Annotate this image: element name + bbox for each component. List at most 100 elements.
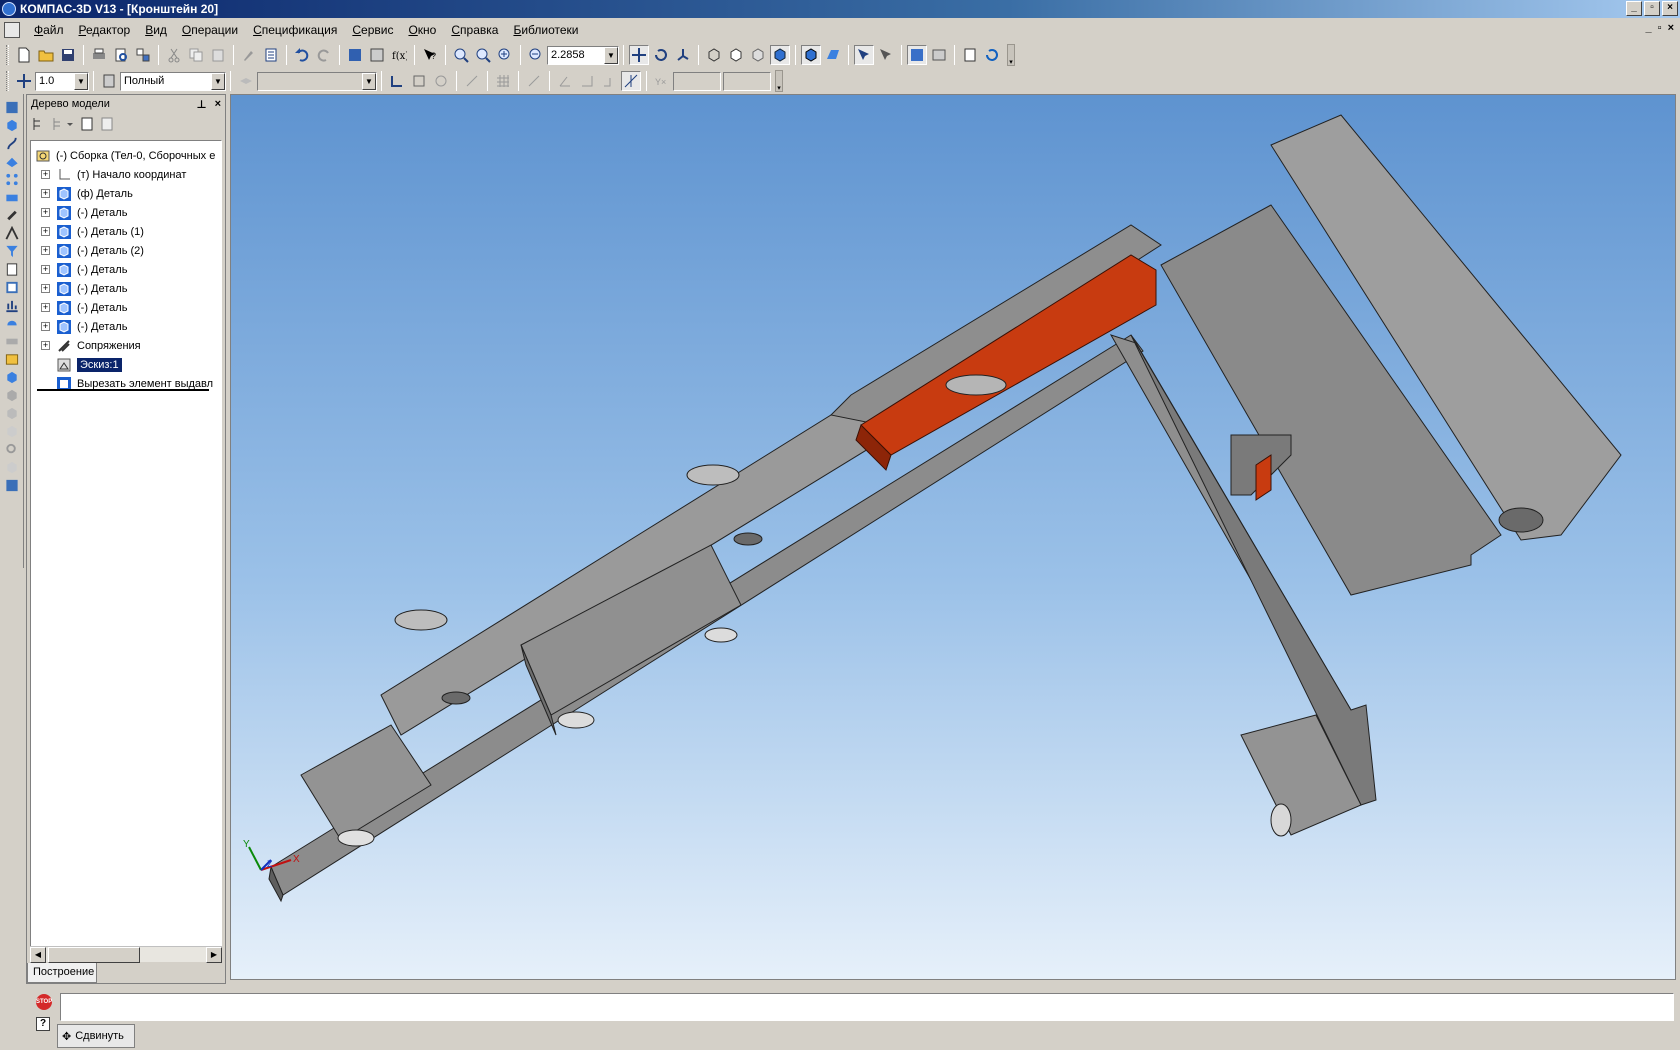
close-button[interactable]: ×	[1662, 1, 1678, 16]
doc-close-button[interactable]: ×	[1668, 22, 1674, 34]
manager-icon[interactable]	[345, 45, 365, 65]
expand-icon[interactable]: +	[41, 208, 50, 217]
edit-assembly-icon[interactable]	[907, 45, 927, 65]
wireframe-icon[interactable]	[704, 45, 724, 65]
tool-disabled-icon[interactable]	[431, 71, 451, 91]
cube-grey-4-icon[interactable]	[4, 460, 20, 475]
tree-root[interactable]: (-) Сборка (Тел-0, Сборочных е	[35, 146, 215, 165]
zoom-fit-icon[interactable]	[473, 45, 493, 65]
tree-node[interactable]: + (ф) Деталь	[41, 184, 133, 203]
cube-grey-icon[interactable]	[4, 388, 20, 403]
properties-icon[interactable]	[261, 45, 281, 65]
tree-node[interactable]: + (-) Деталь	[41, 279, 127, 298]
snap-ortho-icon[interactable]	[599, 71, 619, 91]
close-icon[interactable]: ×	[215, 98, 221, 111]
model-viewport[interactable]: Y X Z	[230, 94, 1676, 980]
snaps-icon[interactable]	[621, 71, 641, 91]
cut-icon[interactable]	[164, 45, 184, 65]
chevron-down-icon[interactable]: ▼	[604, 46, 618, 64]
menu-window[interactable]: Окно	[408, 23, 436, 37]
zoom-scale-combo[interactable]: 2.2858 ▼	[547, 45, 619, 65]
doc-restore-button[interactable]: ▫	[1658, 22, 1662, 34]
tree-node[interactable]: + (-) Деталь	[41, 298, 127, 317]
layer-icon[interactable]	[236, 71, 256, 91]
cube-blue-icon[interactable]	[4, 370, 20, 385]
open-part-icon[interactable]	[4, 352, 20, 367]
expand-icon[interactable]: +	[41, 322, 50, 331]
stop-button[interactable]: STOP	[36, 994, 52, 1010]
toolbar-overflow-icon[interactable]: ▾	[1007, 44, 1015, 66]
layout-icon[interactable]	[133, 45, 153, 65]
menu-help[interactable]: Справка	[451, 23, 498, 37]
toolbar-overflow-icon[interactable]: ▾	[775, 70, 783, 92]
redo-icon[interactable]	[314, 45, 334, 65]
minimize-button[interactable]: _	[1626, 1, 1642, 16]
document-icon[interactable]	[4, 22, 20, 38]
maximize-button[interactable]: ▫	[1644, 1, 1660, 16]
local-cs-icon[interactable]	[524, 71, 544, 91]
expand-icon[interactable]: +	[41, 189, 50, 198]
tree-node[interactable]: Эскиз:1	[56, 355, 122, 374]
layer-combo[interactable]: ▼	[257, 71, 377, 91]
print-icon[interactable]	[89, 45, 109, 65]
move-button[interactable]: ✥ Сдвинуть	[57, 1024, 135, 1048]
new-document-icon[interactable]	[14, 45, 34, 65]
cube-grey-2-icon[interactable]	[4, 406, 20, 421]
assembly-icon[interactable]	[4, 190, 20, 205]
chevron-down-icon[interactable]: ▼	[362, 72, 376, 90]
menu-view[interactable]: Вид	[145, 23, 167, 37]
sketch-plane-icon[interactable]	[387, 71, 407, 91]
expand-icon[interactable]: +	[41, 170, 50, 179]
menu-file[interactable]: Файл	[34, 23, 64, 37]
view-style-icon[interactable]	[99, 71, 119, 91]
tree-node[interactable]: + (-) Деталь	[41, 260, 127, 279]
filter-icon[interactable]	[4, 244, 20, 259]
save-icon[interactable]	[58, 45, 78, 65]
expand-icon[interactable]: +	[41, 303, 50, 312]
tree-node[interactable]: + (-) Деталь (2)	[41, 241, 144, 260]
coordinates-icon[interactable]: Y×	[652, 71, 672, 91]
expand-icon[interactable]: +	[41, 341, 50, 350]
tree-horizontal-scrollbar[interactable]: ◀ ▶	[30, 946, 222, 963]
pan-icon[interactable]	[629, 45, 649, 65]
snap-axis-icon[interactable]	[577, 71, 597, 91]
menu-service[interactable]: Сервис	[352, 23, 393, 37]
chart-icon[interactable]	[4, 298, 20, 313]
hidden-lines-icon[interactable]	[726, 45, 746, 65]
part-edit-icon[interactable]	[4, 118, 20, 133]
tab-build[interactable]: Построение	[27, 963, 97, 983]
toolbar-grip[interactable]	[6, 71, 9, 91]
variables-fx-icon[interactable]: f(x)	[389, 45, 409, 65]
zoom-window-icon[interactable]	[451, 45, 471, 65]
open-folder-icon[interactable]	[36, 45, 56, 65]
doc-minimize-button[interactable]: _	[1646, 22, 1652, 34]
sketch-icon[interactable]	[409, 71, 429, 91]
expand-icon[interactable]: +	[41, 227, 50, 236]
report-icon[interactable]	[4, 280, 20, 295]
tree-node[interactable]: + (т) Начало координат	[41, 165, 186, 184]
brush-icon[interactable]	[239, 45, 259, 65]
layers-icon[interactable]	[367, 45, 387, 65]
thin-lines-icon[interactable]	[748, 45, 768, 65]
menu-libraries[interactable]: Библиотеки	[513, 23, 578, 37]
scroll-thumb[interactable]	[48, 947, 140, 963]
tree-structure-icon[interactable]	[31, 116, 47, 132]
library-icon[interactable]	[4, 316, 20, 331]
copy-icon[interactable]	[186, 45, 206, 65]
toolbar-grip[interactable]	[6, 45, 9, 65]
menu-operations[interactable]: Операции	[182, 23, 238, 37]
undo-icon[interactable]	[292, 45, 312, 65]
scroll-right-icon[interactable]: ▶	[206, 947, 222, 963]
filter-select-icon[interactable]	[854, 45, 874, 65]
perspective-icon[interactable]	[823, 45, 843, 65]
menu-specification[interactable]: Спецификация	[253, 23, 337, 37]
zoom-in-icon[interactable]	[495, 45, 515, 65]
selection-filter-icon[interactable]	[876, 45, 896, 65]
grid-icon[interactable]	[493, 71, 513, 91]
curve-icon[interactable]	[4, 136, 20, 151]
surface-icon[interactable]	[4, 154, 20, 169]
tree-node[interactable]: + Сопряжения	[41, 336, 141, 355]
pin-icon[interactable]: ⊥	[197, 98, 207, 111]
tree-node[interactable]: + (-) Деталь	[41, 203, 127, 222]
context-help-icon[interactable]: ?	[420, 45, 440, 65]
